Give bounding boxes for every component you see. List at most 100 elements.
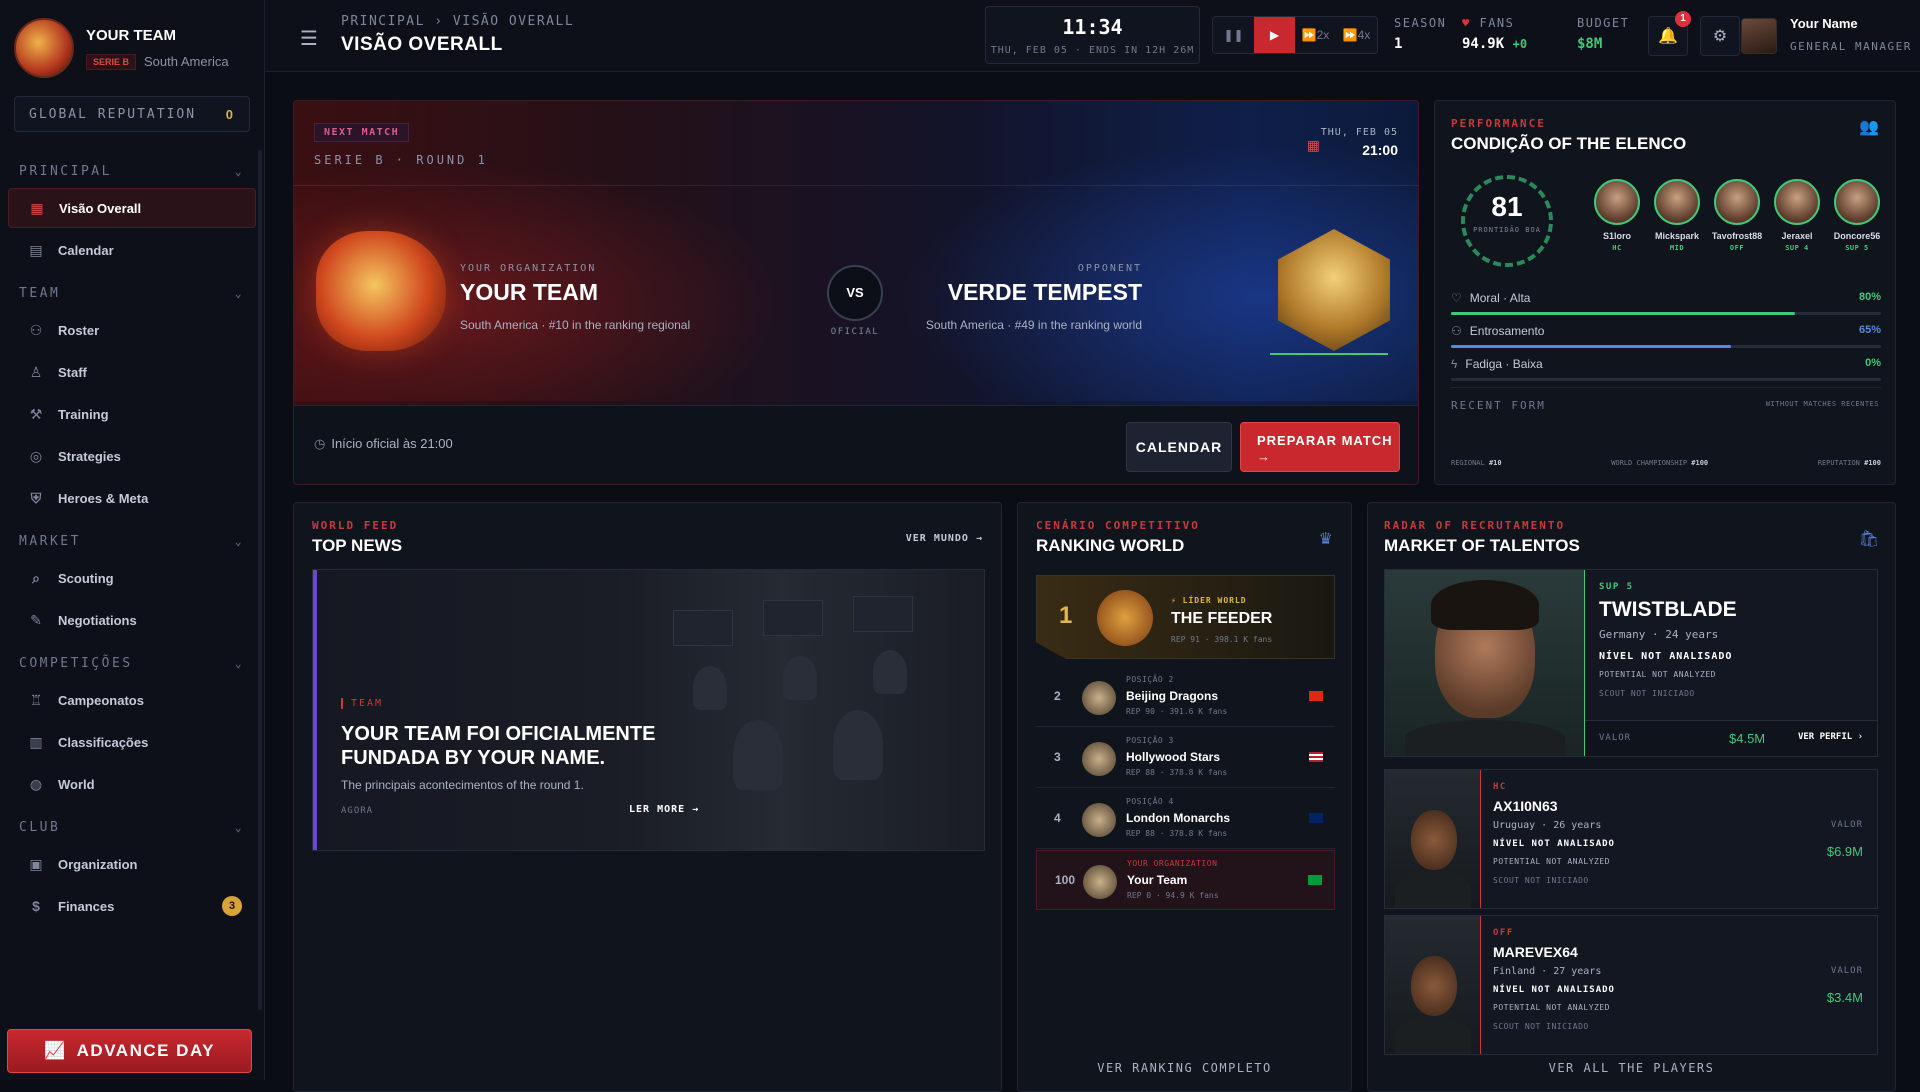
bell-icon: 🔔	[1658, 28, 1678, 45]
pause-button[interactable]: ❚❚	[1213, 17, 1254, 53]
sidebar-item-strategies[interactable]: ◎ Strategies	[8, 436, 256, 476]
team-logo	[1082, 681, 1116, 715]
nav-section-header[interactable]: PRINCIPAL ⌄	[0, 156, 264, 186]
sidebar-item-label: Visão Overall	[59, 200, 142, 216]
market-player-card[interactable]: OFF MAREVEX64 Finland · 27 years NÍVEL N…	[1384, 915, 1878, 1055]
budget-label: BUDGET	[1577, 16, 1630, 30]
ranking-row[interactable]: 3 POSIÇÃO 3 Hollywood Stars REP 88 · 378.8 …	[1036, 728, 1335, 788]
fans-label: FANS	[1479, 16, 1515, 30]
nav-section-title: MARKET	[19, 533, 81, 549]
sidebar-item-training[interactable]: ⚒ Training	[8, 394, 256, 434]
menu-icon[interactable]: ☰	[300, 26, 318, 51]
monitor-image	[853, 596, 913, 632]
player-meta: Uruguay · 26 years	[1493, 820, 1602, 831]
sidebar-item-negotiations[interactable]: ✎ Negotiations	[8, 600, 256, 640]
ranking-row[interactable]: 100 YOUR ORGANIZATION Your Team REP 0 · 94.…	[1036, 850, 1335, 910]
sidebar-item-classifica-es[interactable]: ▥ Classificações	[8, 722, 256, 762]
featured-player-card[interactable]: SUP 5 TWISTBLADE Germany · 24 years NÍVE…	[1384, 569, 1878, 757]
read-more-link[interactable]: LER MORE →	[629, 804, 699, 815]
chevron-down-icon: ⌄	[234, 286, 244, 300]
squad-player[interactable]: S1loro HC	[1587, 179, 1647, 252]
player-value-box: VALOR $3.4M	[1827, 966, 1863, 1005]
play-button[interactable]: ▶	[1254, 17, 1295, 53]
nav-section-header[interactable]: CLUB ⌄	[0, 812, 264, 842]
view-world-link[interactable]: VER MUNDO →	[906, 533, 983, 544]
season-stat: SEASON 1	[1394, 16, 1446, 52]
sidebar-item-campeonatos[interactable]: ♖ Campeonatos	[8, 680, 256, 720]
flag-icon	[1308, 875, 1322, 885]
flag-icon	[1309, 691, 1323, 701]
settings-button[interactable]: ⚙	[1700, 16, 1740, 56]
squad-player[interactable]: Doncore56 SUP 5	[1827, 179, 1887, 252]
heart-icon: ♡	[1451, 291, 1462, 305]
sidebar-item-label: Classificações	[58, 734, 149, 750]
sidebar-item-calendar[interactable]: ▤ Calendar	[8, 230, 256, 270]
ranking-row[interactable]: 2 POSIÇÃO 2 Beijing Dragons REP 90 · 391.6 …	[1036, 667, 1335, 727]
match-banner: NEXT MATCH SERIE B · ROUND 1 ▦ THU, FEB …	[294, 101, 1418, 405]
building-icon: ▣	[29, 856, 43, 872]
leader-tag: ⚡ LÍDER WORLD	[1171, 596, 1247, 605]
player-scout: SCOUT NOT INICIADO	[1493, 876, 1589, 885]
team-name: YOUR TEAM	[86, 26, 176, 44]
sidebar-item-label: Heroes & Meta	[58, 490, 149, 506]
sidebar-item-staff[interactable]: ♙ Staff	[8, 352, 256, 392]
bar-fill	[1451, 345, 1731, 348]
sidebar-item-label: Roster	[58, 322, 100, 338]
sidebar-item-label: Finances	[58, 898, 115, 914]
gear-icon: ⚙	[1712, 28, 1728, 45]
away-accent-line	[1270, 353, 1388, 355]
notifications-button[interactable]: 🔔 1	[1648, 11, 1691, 56]
team-header[interactable]: YOUR TEAM SERIE B South America	[0, 0, 264, 96]
view-full-ranking-link[interactable]: VER RANKING COMPLETO	[1018, 1061, 1351, 1075]
sidebar-item-vis-o-overall[interactable]: ▦ Visão Overall	[8, 188, 256, 228]
featured-value: $4.5M	[1729, 731, 1766, 746]
view-profile-link[interactable]: VER PERFIL ›	[1798, 732, 1863, 742]
fans-stat: ♥ FANS 94.9K +0	[1462, 16, 1527, 52]
news-headline: YOUR TEAM FOI OFICIALMENTE FUNDADA BY YO…	[341, 723, 656, 769]
market-player-card[interactable]: HC AX1I0N63 Uruguay · 26 years NÍVEL NOT…	[1384, 769, 1878, 909]
view-all-players-link[interactable]: VER ALL THE PLAYERS	[1368, 1061, 1895, 1075]
advance-day-button[interactable]: 📈 ADVANCE DAY	[7, 1029, 252, 1073]
sidebar-item-organization[interactable]: ▣ Organization	[8, 844, 256, 884]
users-icon[interactable]: 👥	[1859, 117, 1879, 137]
ranking-row[interactable]: 4 POSIÇÃO 4 London Monarchs REP 88 · 378.8 …	[1036, 789, 1335, 849]
fast-forward-icon: ⏩	[1301, 28, 1317, 42]
squad-player[interactable]: Tavofrost88 OFF	[1707, 179, 1767, 252]
sidebar-item-heroes-meta[interactable]: ⛨ Heroes & Meta	[8, 478, 256, 518]
calendar-button[interactable]: CALENDAR	[1126, 422, 1232, 472]
player-silhouette	[873, 650, 907, 694]
news-item[interactable]: TEAM YOUR TEAM FOI OFICIALMENTE FUNDADA …	[312, 569, 985, 851]
prepare-match-button[interactable]: PREPARAR MATCH →	[1240, 422, 1400, 472]
avatar[interactable]	[1741, 18, 1777, 54]
home-team-sub: South America · #10 in the ranking regio…	[460, 318, 691, 332]
nav-section-header[interactable]: MARKET ⌄	[0, 526, 264, 556]
player-meta: Finland · 27 years	[1493, 966, 1602, 977]
ranking-leader[interactable]: 1 ⚡ LÍDER WORLD THE FEEDER REP 91 · 398.…	[1036, 575, 1335, 659]
bag-icon[interactable]: 🛍	[1859, 529, 1879, 549]
speed-4x-button[interactable]: ⏩ 4x	[1336, 17, 1377, 53]
dumbbell-icon: ⚒	[29, 406, 43, 422]
sidebar-item-scouting[interactable]: ⌕ Scouting	[8, 558, 256, 598]
user-tie-icon: ♙	[29, 364, 43, 380]
speed-2x-button[interactable]: ⏩ 2x	[1295, 17, 1336, 53]
sidebar-item-label: Organization	[58, 856, 138, 872]
nav-section-header[interactable]: TEAM ⌄	[0, 278, 264, 308]
sidebar-item-roster[interactable]: ⚇ Roster	[8, 310, 256, 350]
team-logo	[14, 18, 74, 78]
player-photo	[1385, 770, 1481, 908]
nav-section-header[interactable]: COMPETIÇÕES ⌄	[0, 648, 264, 678]
player-value-box: VALOR $6.9M	[1827, 820, 1863, 859]
squad-player[interactable]: Jeraxel SUP 4	[1767, 179, 1827, 252]
squad-player[interactable]: Mickspark MID	[1647, 179, 1707, 252]
serie-badge: SERIE B	[86, 53, 137, 70]
featured-potential: POTENTIAL NOT ANALYZED	[1599, 670, 1716, 679]
player-name: Jeraxel	[1781, 231, 1813, 241]
player-avatar	[1774, 179, 1820, 225]
sidebar-item-world[interactable]: ◍ World	[8, 764, 256, 804]
player-silhouette	[783, 656, 817, 700]
player-position: OFF	[1729, 244, 1745, 252]
rank-summary: REGIONAL #10 WORLD CHAMPIONSHIP #100 REPUT…	[1451, 459, 1881, 467]
sidebar-item-finances[interactable]: $ Finances 3	[8, 886, 256, 926]
clock-time: 11:34	[1062, 15, 1123, 39]
sidebar-scrollbar[interactable]	[258, 150, 262, 1010]
